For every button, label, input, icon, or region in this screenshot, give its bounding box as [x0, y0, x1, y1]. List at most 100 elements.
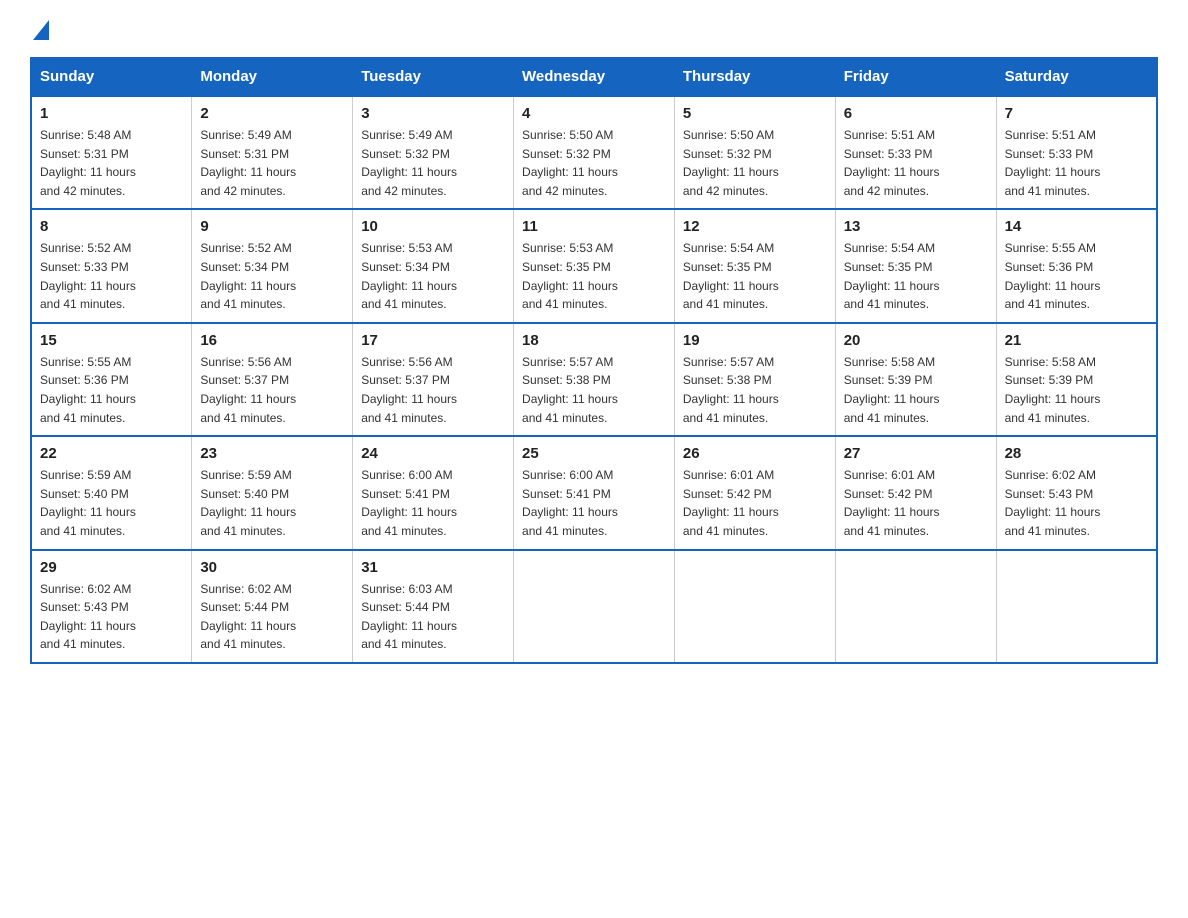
day-info: Sunrise: 5:51 AMSunset: 5:33 PMDaylight:…: [844, 128, 940, 198]
day-number: 14: [1005, 218, 1148, 235]
day-number: 26: [683, 445, 827, 462]
day-info: Sunrise: 5:57 AMSunset: 5:38 PMDaylight:…: [522, 355, 618, 425]
calendar-cell: [835, 550, 996, 663]
day-number: 20: [844, 332, 988, 349]
day-info: Sunrise: 5:57 AMSunset: 5:38 PMDaylight:…: [683, 355, 779, 425]
calendar-cell: 23 Sunrise: 5:59 AMSunset: 5:40 PMDaylig…: [192, 436, 353, 549]
day-info: Sunrise: 6:01 AMSunset: 5:42 PMDaylight:…: [683, 468, 779, 538]
day-info: Sunrise: 5:49 AMSunset: 5:31 PMDaylight:…: [200, 128, 296, 198]
calendar-cell: 26 Sunrise: 6:01 AMSunset: 5:42 PMDaylig…: [674, 436, 835, 549]
day-number: 11: [522, 218, 666, 235]
calendar-cell: 15 Sunrise: 5:55 AMSunset: 5:36 PMDaylig…: [31, 323, 192, 436]
day-info: Sunrise: 5:59 AMSunset: 5:40 PMDaylight:…: [40, 468, 136, 538]
day-info: Sunrise: 5:52 AMSunset: 5:34 PMDaylight:…: [200, 241, 296, 311]
calendar-cell: 4 Sunrise: 5:50 AMSunset: 5:32 PMDayligh…: [514, 96, 675, 209]
day-info: Sunrise: 6:02 AMSunset: 5:43 PMDaylight:…: [1005, 468, 1101, 538]
day-number: 23: [200, 445, 344, 462]
day-info: Sunrise: 5:55 AMSunset: 5:36 PMDaylight:…: [1005, 241, 1101, 311]
calendar-cell: 17 Sunrise: 5:56 AMSunset: 5:37 PMDaylig…: [353, 323, 514, 436]
day-info: Sunrise: 5:50 AMSunset: 5:32 PMDaylight:…: [522, 128, 618, 198]
day-info: Sunrise: 5:58 AMSunset: 5:39 PMDaylight:…: [844, 355, 940, 425]
calendar-cell: [674, 550, 835, 663]
weekday-header-saturday: Saturday: [996, 58, 1157, 97]
calendar-cell: 20 Sunrise: 5:58 AMSunset: 5:39 PMDaylig…: [835, 323, 996, 436]
day-info: Sunrise: 5:48 AMSunset: 5:31 PMDaylight:…: [40, 128, 136, 198]
day-number: 5: [683, 105, 827, 122]
day-info: Sunrise: 5:52 AMSunset: 5:33 PMDaylight:…: [40, 241, 136, 311]
calendar-cell: 27 Sunrise: 6:01 AMSunset: 5:42 PMDaylig…: [835, 436, 996, 549]
day-number: 22: [40, 445, 183, 462]
day-number: 29: [40, 559, 183, 576]
calendar-cell: 16 Sunrise: 5:56 AMSunset: 5:37 PMDaylig…: [192, 323, 353, 436]
calendar-cell: 30 Sunrise: 6:02 AMSunset: 5:44 PMDaylig…: [192, 550, 353, 663]
day-number: 1: [40, 105, 183, 122]
day-number: 17: [361, 332, 505, 349]
calendar-cell: 19 Sunrise: 5:57 AMSunset: 5:38 PMDaylig…: [674, 323, 835, 436]
calendar-cell: 28 Sunrise: 6:02 AMSunset: 5:43 PMDaylig…: [996, 436, 1157, 549]
calendar-cell: 13 Sunrise: 5:54 AMSunset: 5:35 PMDaylig…: [835, 209, 996, 322]
calendar-cell: 29 Sunrise: 6:02 AMSunset: 5:43 PMDaylig…: [31, 550, 192, 663]
weekday-header-friday: Friday: [835, 58, 996, 97]
day-number: 7: [1005, 105, 1148, 122]
day-info: Sunrise: 5:51 AMSunset: 5:33 PMDaylight:…: [1005, 128, 1101, 198]
calendar-cell: 31 Sunrise: 6:03 AMSunset: 5:44 PMDaylig…: [353, 550, 514, 663]
calendar-cell: [996, 550, 1157, 663]
day-number: 31: [361, 559, 505, 576]
day-info: Sunrise: 6:01 AMSunset: 5:42 PMDaylight:…: [844, 468, 940, 538]
calendar-week-row: 29 Sunrise: 6:02 AMSunset: 5:43 PMDaylig…: [31, 550, 1157, 663]
calendar-cell: 21 Sunrise: 5:58 AMSunset: 5:39 PMDaylig…: [996, 323, 1157, 436]
calendar-cell: 5 Sunrise: 5:50 AMSunset: 5:32 PMDayligh…: [674, 96, 835, 209]
day-number: 9: [200, 218, 344, 235]
calendar-cell: 22 Sunrise: 5:59 AMSunset: 5:40 PMDaylig…: [31, 436, 192, 549]
day-info: Sunrise: 5:56 AMSunset: 5:37 PMDaylight:…: [361, 355, 457, 425]
calendar-header-row: SundayMondayTuesdayWednesdayThursdayFrid…: [31, 58, 1157, 97]
calendar-cell: 11 Sunrise: 5:53 AMSunset: 5:35 PMDaylig…: [514, 209, 675, 322]
calendar-cell: 12 Sunrise: 5:54 AMSunset: 5:35 PMDaylig…: [674, 209, 835, 322]
calendar-cell: [514, 550, 675, 663]
page-header: [30, 20, 1158, 47]
day-number: 19: [683, 332, 827, 349]
day-info: Sunrise: 5:49 AMSunset: 5:32 PMDaylight:…: [361, 128, 457, 198]
day-number: 10: [361, 218, 505, 235]
day-info: Sunrise: 5:54 AMSunset: 5:35 PMDaylight:…: [683, 241, 779, 311]
day-info: Sunrise: 6:02 AMSunset: 5:43 PMDaylight:…: [40, 582, 136, 652]
day-number: 24: [361, 445, 505, 462]
calendar-cell: 6 Sunrise: 5:51 AMSunset: 5:33 PMDayligh…: [835, 96, 996, 209]
day-number: 25: [522, 445, 666, 462]
calendar-cell: 9 Sunrise: 5:52 AMSunset: 5:34 PMDayligh…: [192, 209, 353, 322]
day-info: Sunrise: 5:55 AMSunset: 5:36 PMDaylight:…: [40, 355, 136, 425]
day-number: 27: [844, 445, 988, 462]
day-number: 21: [1005, 332, 1148, 349]
day-info: Sunrise: 5:50 AMSunset: 5:32 PMDaylight:…: [683, 128, 779, 198]
day-info: Sunrise: 5:53 AMSunset: 5:35 PMDaylight:…: [522, 241, 618, 311]
calendar-week-row: 1 Sunrise: 5:48 AMSunset: 5:31 PMDayligh…: [31, 96, 1157, 209]
calendar-cell: 18 Sunrise: 5:57 AMSunset: 5:38 PMDaylig…: [514, 323, 675, 436]
calendar-cell: 1 Sunrise: 5:48 AMSunset: 5:31 PMDayligh…: [31, 96, 192, 209]
day-info: Sunrise: 5:58 AMSunset: 5:39 PMDaylight:…: [1005, 355, 1101, 425]
calendar-cell: 7 Sunrise: 5:51 AMSunset: 5:33 PMDayligh…: [996, 96, 1157, 209]
day-number: 3: [361, 105, 505, 122]
weekday-header-thursday: Thursday: [674, 58, 835, 97]
day-number: 4: [522, 105, 666, 122]
day-number: 2: [200, 105, 344, 122]
calendar-cell: 8 Sunrise: 5:52 AMSunset: 5:33 PMDayligh…: [31, 209, 192, 322]
day-info: Sunrise: 5:59 AMSunset: 5:40 PMDaylight:…: [200, 468, 296, 538]
day-info: Sunrise: 5:53 AMSunset: 5:34 PMDaylight:…: [361, 241, 457, 311]
calendar-cell: 14 Sunrise: 5:55 AMSunset: 5:36 PMDaylig…: [996, 209, 1157, 322]
calendar-cell: 25 Sunrise: 6:00 AMSunset: 5:41 PMDaylig…: [514, 436, 675, 549]
day-info: Sunrise: 6:00 AMSunset: 5:41 PMDaylight:…: [361, 468, 457, 538]
weekday-header-tuesday: Tuesday: [353, 58, 514, 97]
day-number: 13: [844, 218, 988, 235]
calendar-table: SundayMondayTuesdayWednesdayThursdayFrid…: [30, 57, 1158, 664]
day-number: 6: [844, 105, 988, 122]
day-number: 12: [683, 218, 827, 235]
day-number: 16: [200, 332, 344, 349]
calendar-cell: 10 Sunrise: 5:53 AMSunset: 5:34 PMDaylig…: [353, 209, 514, 322]
day-info: Sunrise: 6:00 AMSunset: 5:41 PMDaylight:…: [522, 468, 618, 538]
calendar-week-row: 15 Sunrise: 5:55 AMSunset: 5:36 PMDaylig…: [31, 323, 1157, 436]
calendar-cell: 3 Sunrise: 5:49 AMSunset: 5:32 PMDayligh…: [353, 96, 514, 209]
logo: [30, 20, 49, 47]
weekday-header-sunday: Sunday: [31, 58, 192, 97]
calendar-cell: 24 Sunrise: 6:00 AMSunset: 5:41 PMDaylig…: [353, 436, 514, 549]
day-info: Sunrise: 6:02 AMSunset: 5:44 PMDaylight:…: [200, 582, 296, 652]
